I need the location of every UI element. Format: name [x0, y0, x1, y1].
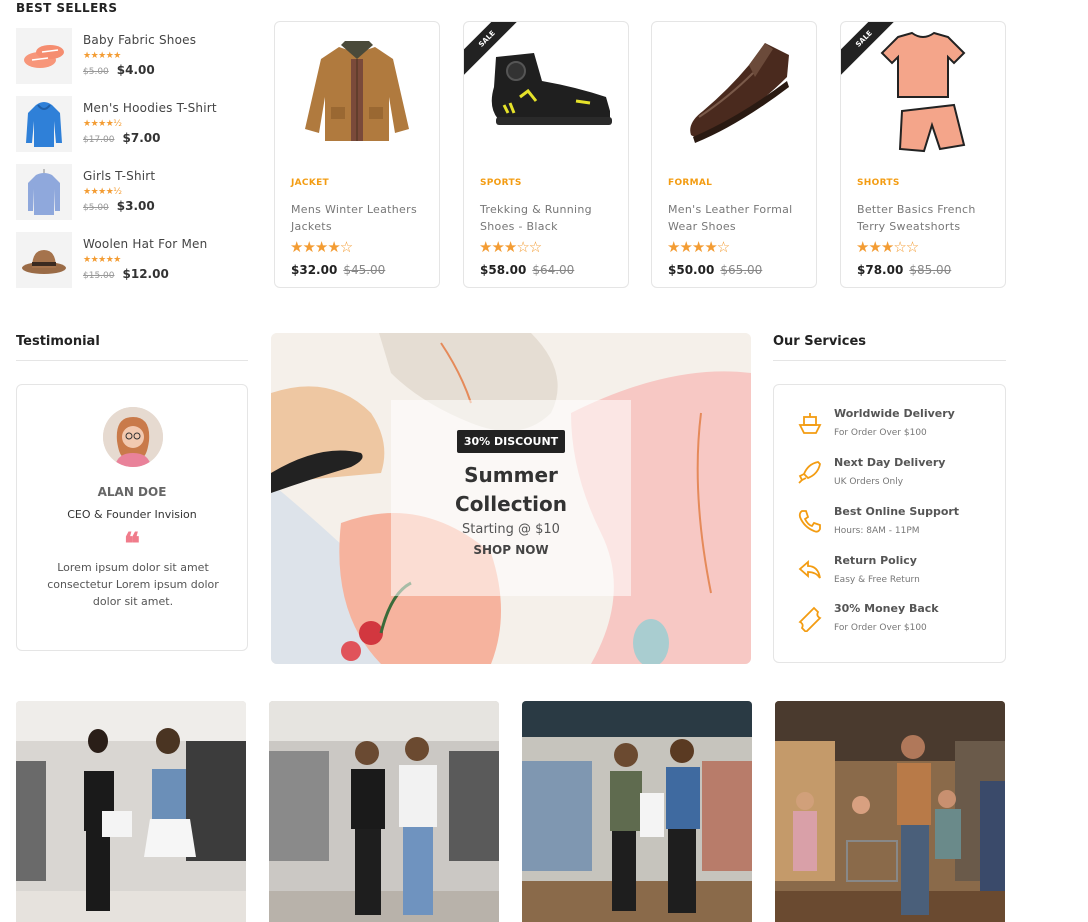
testimonial-text: Lorem ipsum dolor sit amet consectetur L… — [47, 561, 219, 608]
shop-now-link[interactable]: SHOP NOW — [391, 543, 631, 557]
product-price: $58.00 — [480, 263, 527, 277]
best-sellers-list: Baby Fabric Shoes ★★★★★ $5.00 $4.00 Men's… — [16, 28, 256, 300]
best-seller-item[interactable]: Baby Fabric Shoes ★★★★★ $5.00 $4.00 — [16, 28, 256, 86]
discount-badge: 30% DISCOUNT — [456, 430, 566, 453]
product-old-price: $64.00 — [532, 263, 575, 277]
product-name[interactable]: Better Basics French Terry Sweatshorts — [857, 201, 997, 235]
hoodie-thumbnail[interactable] — [16, 96, 72, 152]
baby-shoes-thumbnail[interactable] — [16, 28, 72, 84]
section-divider — [773, 360, 1006, 361]
product-card-jacket[interactable]: JACKET Mens Winter Leathers Jackets ★★★★… — [274, 21, 440, 288]
testimonial-card: ALAN DOE CEO & Founder Invision ❝ Lorem … — [16, 384, 248, 651]
testimonial-title: Testimonial — [16, 334, 100, 349]
service-item: Worldwide Delivery For Order Over $100 — [796, 407, 996, 451]
product-card-formal-shoes[interactable]: FORMAL Men's Leather Formal Wear Shoes ★… — [651, 21, 817, 288]
product-category[interactable]: SPORTS — [480, 178, 522, 188]
best-sellers-title: BEST SELLERS — [16, 1, 118, 15]
section-divider — [16, 360, 248, 361]
product-price: $78.00 — [857, 263, 904, 277]
service-description: UK Orders Only — [834, 477, 904, 487]
new-price: $7.00 — [122, 131, 161, 145]
old-price: $5.00 — [83, 67, 109, 77]
service-description: For Order Over $100 — [834, 428, 927, 438]
rating-stars: ★★★★½ — [83, 187, 122, 197]
banner-subtitle: Starting @ $10 — [462, 522, 560, 537]
product-name[interactable]: Girls T-Shirt — [83, 169, 155, 183]
woolen-hat-thumbnail[interactable] — [16, 232, 72, 288]
product-old-price: $65.00 — [720, 263, 763, 277]
product-card-shorts[interactable]: SALE SHORTS Better Basics French Terry S… — [840, 21, 1006, 288]
new-price: $3.00 — [116, 199, 155, 213]
service-item: 30% Money Back For Order Over $100 — [796, 602, 996, 646]
product-image[interactable] — [275, 22, 439, 162]
product-price: $32.00 — [291, 263, 338, 277]
testimonial-role: CEO & Founder Invision — [67, 508, 197, 521]
product-category[interactable]: SHORTS — [857, 178, 900, 188]
rating-stars: ★★★★☆ — [290, 238, 353, 256]
product-name[interactable]: Woolen Hat For Men — [83, 237, 207, 251]
services-card: Worldwide Delivery For Order Over $100 N… — [773, 384, 1006, 663]
product-card-sports-shoes[interactable]: SALE SPORTS Trekking & Running Shoes - B… — [463, 21, 629, 288]
product-image[interactable] — [652, 22, 816, 162]
testimonial-name: ALAN DOE — [97, 485, 167, 499]
lifestyle-photo-1[interactable] — [16, 701, 246, 922]
service-description: For Order Over $100 — [834, 623, 927, 633]
girls-tshirt-thumbnail[interactable] — [16, 164, 72, 220]
service-name: Return Policy — [834, 554, 917, 567]
service-name: Next Day Delivery — [834, 456, 946, 469]
phone-icon — [798, 510, 821, 533]
lifestyle-photo-3[interactable] — [522, 701, 752, 922]
rating-stars: ★★★★☆ — [667, 238, 730, 256]
rating-stars: ★★★★½ — [83, 119, 122, 129]
best-seller-item[interactable]: Men's Hoodies T-Shirt ★★★★½ $17.00 $7.00 — [16, 96, 256, 154]
product-old-price: $85.00 — [909, 263, 952, 277]
service-description: Easy & Free Return — [834, 575, 920, 585]
product-name[interactable]: Trekking & Running Shoes - Black — [480, 201, 620, 235]
product-price: $50.00 — [668, 263, 715, 277]
product-category[interactable]: JACKET — [291, 178, 329, 188]
old-price: $15.00 — [83, 271, 115, 281]
rating-stars: ★★★★★ — [83, 51, 121, 61]
service-item: Next Day Delivery UK Orders Only — [796, 456, 996, 500]
product-name[interactable]: Men's Hoodies T-Shirt — [83, 101, 217, 115]
service-item: Best Online Support Hours: 8AM - 11PM — [796, 505, 996, 549]
banner-title: Summer Collection — [455, 463, 567, 516]
ship-icon — [798, 413, 822, 434]
services-title: Our Services — [773, 334, 867, 349]
best-seller-item[interactable]: Girls T-Shirt ★★★★½ $5.00 $3.00 — [16, 164, 256, 222]
ticket-icon — [798, 606, 822, 632]
service-item: Return Policy Easy & Free Return — [796, 554, 996, 598]
service-name: 30% Money Back — [834, 602, 939, 615]
product-name[interactable]: Mens Winter Leathers Jackets — [291, 201, 431, 235]
new-price: $4.00 — [116, 63, 155, 77]
rocket-icon — [798, 461, 821, 484]
service-name: Best Online Support — [834, 505, 960, 518]
avatar — [103, 407, 163, 467]
lifestyle-photo-4[interactable] — [775, 701, 1005, 922]
product-old-price: $45.00 — [343, 263, 386, 277]
return-arrow-icon — [798, 560, 821, 579]
old-price: $5.00 — [83, 203, 109, 213]
rating-stars: ★★★★★ — [83, 255, 121, 265]
product-name[interactable]: Men's Leather Formal Wear Shoes — [668, 201, 808, 235]
quote-icon: ❝ — [123, 527, 141, 562]
summer-collection-banner[interactable]: 30% DISCOUNT Summer Collection Starting … — [271, 333, 751, 664]
new-price: $12.00 — [122, 267, 169, 281]
product-name[interactable]: Baby Fabric Shoes — [83, 33, 196, 47]
rating-stars: ★★★☆☆ — [479, 238, 542, 256]
service-name: Worldwide Delivery — [834, 407, 955, 420]
product-category[interactable]: FORMAL — [668, 178, 712, 188]
old-price: $17.00 — [83, 135, 115, 145]
service-description: Hours: 8AM - 11PM — [834, 526, 920, 536]
lifestyle-photo-2[interactable] — [269, 701, 499, 922]
rating-stars: ★★★☆☆ — [856, 238, 919, 256]
banner-content-box: 30% DISCOUNT Summer Collection Starting … — [391, 400, 631, 596]
best-seller-item[interactable]: Woolen Hat For Men ★★★★★ $15.00 $12.00 — [16, 232, 256, 290]
